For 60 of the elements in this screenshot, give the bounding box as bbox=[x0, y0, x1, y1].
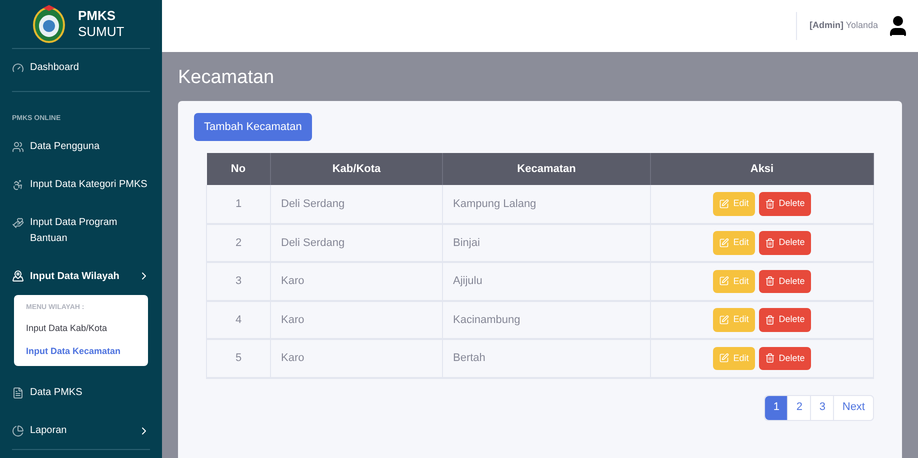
page-title: Kecamatan bbox=[178, 66, 276, 90]
table-cell: Bertah bbox=[442, 339, 650, 378]
table-cell: Deli Serdang bbox=[270, 224, 442, 262]
table-cell: Deli Serdang bbox=[270, 185, 442, 224]
table-cell: Kampung Lalang bbox=[442, 185, 650, 224]
trash-icon bbox=[764, 314, 775, 325]
emblem-icon bbox=[32, 4, 66, 44]
table-cell: 3 bbox=[206, 262, 270, 300]
edit-icon bbox=[719, 314, 730, 325]
delete-button[interactable]: Delete bbox=[758, 308, 811, 332]
edit-icon bbox=[719, 198, 730, 209]
delete-button[interactable]: Delete bbox=[758, 346, 811, 370]
edit-icon bbox=[719, 353, 730, 364]
sidebar-item[interactable]: Input Data Wilayah bbox=[12, 258, 150, 294]
column-header: Aksi bbox=[650, 153, 874, 185]
table-cell: Karo bbox=[270, 262, 442, 300]
table-cell: Binjai bbox=[442, 224, 650, 262]
sidebar-item-icon bbox=[12, 62, 24, 74]
sidebar-item-icon bbox=[12, 178, 24, 190]
sidebar-item[interactable]: Input Data Kategori PMKS bbox=[12, 166, 150, 204]
page-button[interactable]: 3 bbox=[811, 396, 834, 420]
next-button[interactable]: Next bbox=[834, 396, 873, 420]
user-name[interactable]: [Admin] Yolanda bbox=[809, 19, 878, 33]
table-cell: Kacinambung bbox=[442, 300, 650, 339]
sidebar-item[interactable]: Data PMKS bbox=[12, 374, 150, 412]
table-cell: Karo bbox=[270, 300, 442, 339]
sidebar-item[interactable]: Input Data Program Bantuan bbox=[12, 204, 150, 258]
edit-icon bbox=[719, 276, 730, 286]
trash-icon bbox=[764, 276, 775, 286]
edit-icon bbox=[719, 238, 730, 248]
trash-icon bbox=[764, 353, 775, 364]
trash-icon bbox=[764, 238, 775, 248]
delete-button[interactable]: Delete bbox=[758, 192, 811, 216]
sidebar-item-icon bbox=[12, 424, 24, 436]
table-cell: 4 bbox=[206, 300, 270, 339]
sidebar-item[interactable]: Data Pengguna bbox=[12, 128, 150, 166]
page-button[interactable]: 1 bbox=[765, 396, 788, 420]
sidebar-item-icon bbox=[12, 270, 24, 282]
brand-subtitle: SUMUT bbox=[78, 24, 124, 40]
brand-name: PMKS bbox=[78, 8, 117, 24]
sidebar-item[interactable]: Laporan bbox=[12, 412, 150, 449]
sidebar-item[interactable]: Dashboard bbox=[12, 48, 150, 86]
trash-icon bbox=[764, 198, 775, 209]
add-button[interactable]: Tambah Kecamatan bbox=[194, 112, 312, 141]
table-cell: Ajijulu bbox=[442, 262, 650, 300]
sidebar-item-icon bbox=[12, 387, 24, 399]
table-cell: 1 bbox=[206, 185, 270, 224]
submenu-item[interactable]: Input Data Kab/Kota bbox=[26, 322, 136, 336]
delete-button[interactable]: Delete bbox=[758, 270, 811, 293]
sidebar-item-icon bbox=[12, 216, 24, 228]
column-header: Kab/Kota bbox=[270, 153, 442, 185]
table-cell: Karo bbox=[270, 339, 442, 378]
sidebar-item-icon bbox=[12, 140, 24, 152]
column-header: Kecamatan bbox=[442, 153, 650, 185]
page-button[interactable]: 2 bbox=[788, 396, 812, 420]
column-header: No bbox=[206, 153, 270, 185]
delete-button[interactable]: Delete bbox=[758, 231, 811, 254]
submenu-item[interactable]: Input Data Kecamatan bbox=[26, 344, 136, 358]
table-cell: 2 bbox=[206, 224, 270, 262]
table-cell: 5 bbox=[206, 339, 270, 378]
